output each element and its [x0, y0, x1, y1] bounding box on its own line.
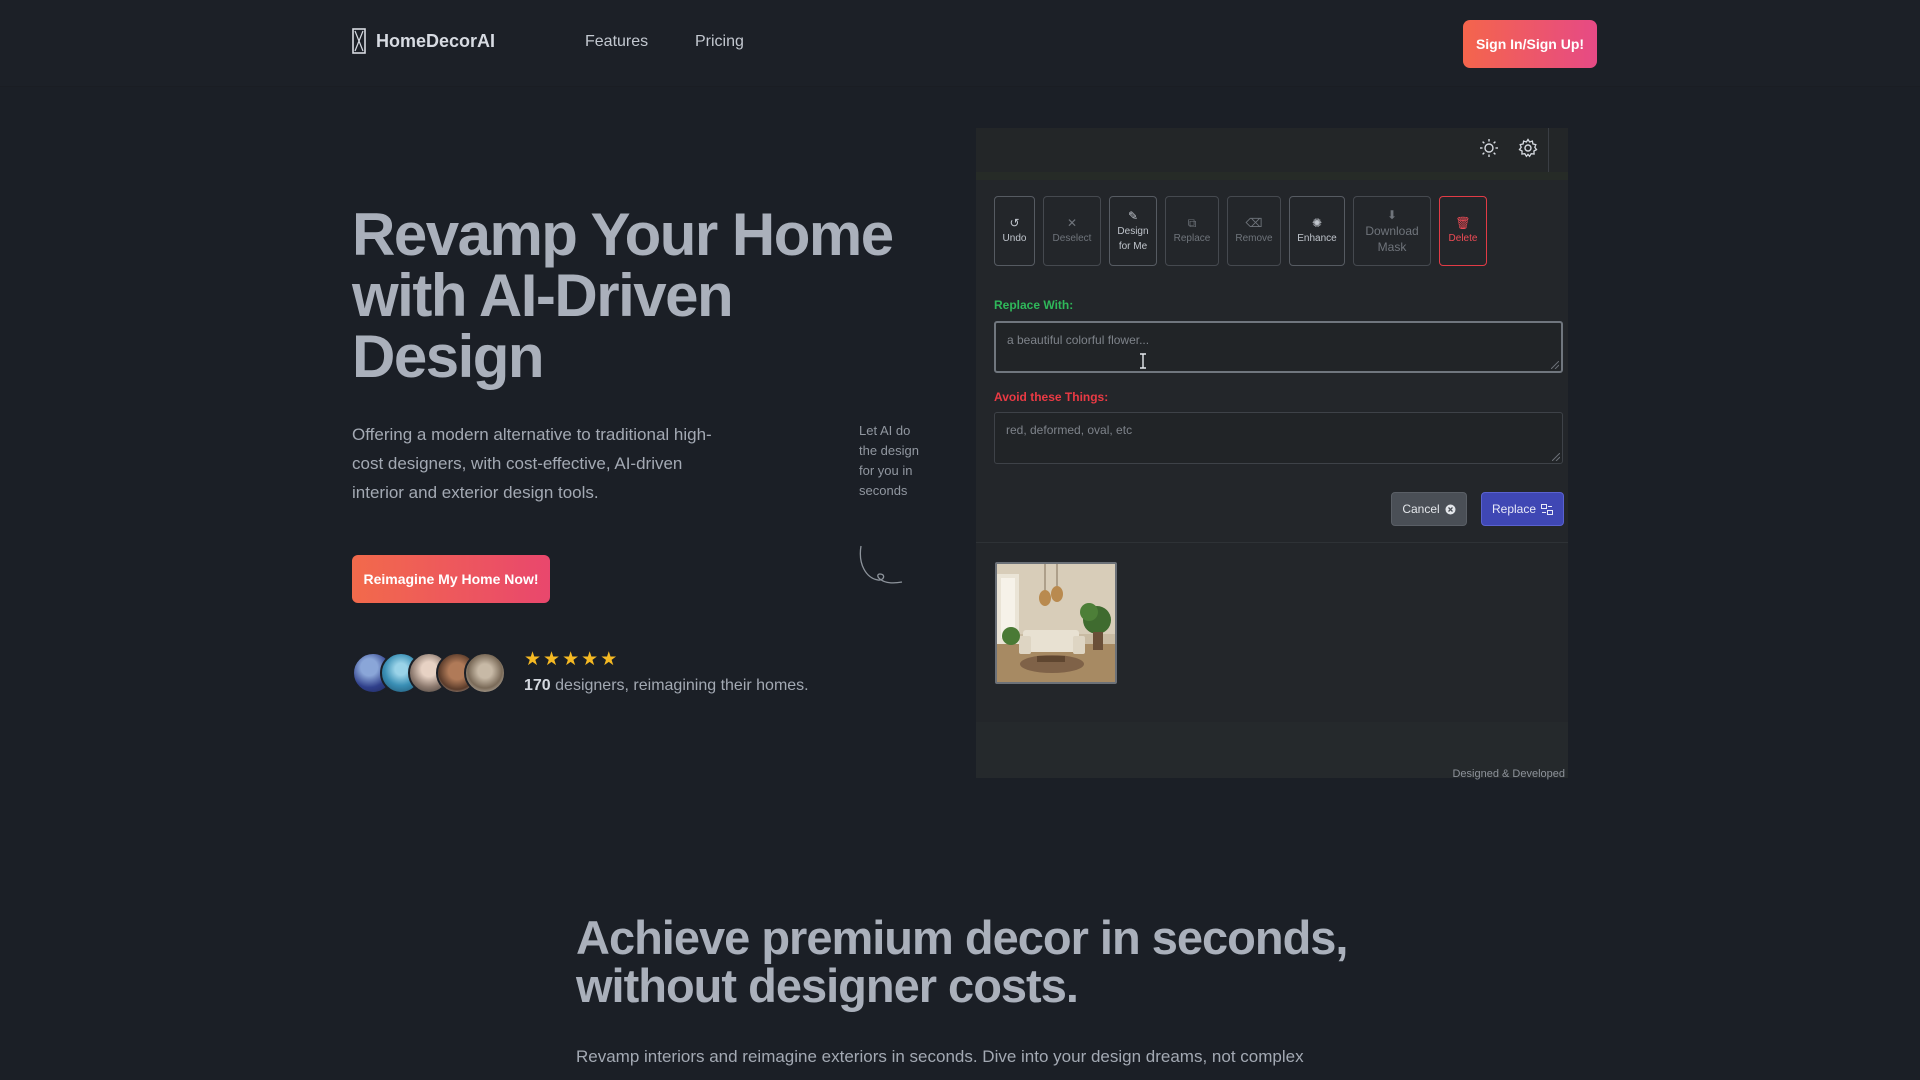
deselect-button[interactable]: ✕ Deselect: [1043, 196, 1101, 266]
enhance-button[interactable]: ✺ Enhance: [1289, 196, 1345, 266]
topbar-divider: [1548, 128, 1549, 172]
deselect-label: Deselect: [1052, 233, 1092, 244]
designer-avatars: [352, 652, 512, 696]
replace-with-label: Replace With:: [994, 298, 1074, 312]
undo-label: Undo: [1002, 233, 1027, 244]
remove-button[interactable]: ⌫ Remove: [1227, 196, 1281, 266]
designer-count: 170: [524, 677, 551, 694]
eraser-icon: ⌫: [1245, 216, 1263, 230]
star-icon: ★: [524, 649, 542, 670]
design-for-me-label: Design for Me: [1117, 225, 1149, 252]
undo-button[interactable]: ↺ Undo: [994, 196, 1035, 266]
replace-tool-label: Replace: [1173, 233, 1211, 244]
replace-with-input[interactable]: a beautiful colorful flower...: [994, 321, 1563, 373]
remove-label: Remove: [1235, 233, 1273, 244]
star-icon: ★: [562, 649, 580, 670]
room-image: [997, 564, 1115, 682]
hourglass-logo-icon: [352, 28, 366, 54]
resize-handle-icon[interactable]: [1552, 453, 1560, 461]
panel-divider: [976, 542, 1568, 543]
deselect-icon: ✕: [1066, 216, 1078, 230]
cancel-label: Cancel: [1402, 502, 1440, 516]
designers-label: designers, reimagining their homes.: [555, 677, 809, 694]
curly-arrow-icon: [859, 545, 903, 584]
replace-button[interactable]: Replace: [1481, 492, 1564, 526]
avatar: [464, 652, 506, 694]
replace-with-placeholder: a beautiful colorful flower...: [1007, 333, 1150, 347]
designers-count-text: 170 designers, reimagining their homes.: [524, 677, 809, 695]
rating-stars: ★ ★ ★ ★ ★: [524, 650, 617, 670]
editor-topbar: [976, 128, 1568, 172]
room-image-thumbnail[interactable]: [995, 562, 1117, 684]
gear-icon[interactable]: [1518, 138, 1538, 158]
hero-subtitle: Offering a modern alternative to traditi…: [352, 425, 712, 502]
star-icon: ★: [600, 649, 618, 670]
design-for-me-button[interactable]: ✎ Design for Me: [1109, 196, 1157, 266]
brand-logo[interactable]: HomeDecorAI: [352, 28, 495, 54]
download-icon: ⬇: [1386, 207, 1398, 222]
avoid-things-placeholder: red, deformed, oval, etc: [1006, 423, 1133, 437]
footer-credit: Designed & Developed: [1452, 768, 1565, 780]
enhance-icon: ✺: [1311, 216, 1323, 230]
replace-label: Replace: [1491, 502, 1537, 516]
reimagine-cta-button[interactable]: Reimagine My Home Now!: [352, 555, 550, 603]
replace-icon: ⧉: [1187, 216, 1197, 230]
trash-icon: 🗑: [1455, 216, 1471, 230]
star-icon: ★: [543, 649, 561, 670]
cancel-button[interactable]: Cancel: [1391, 492, 1467, 526]
section-body: Revamp interiors and reimagine exteriors…: [576, 1047, 1304, 1080]
download-mask-label: Download Mask: [1365, 223, 1419, 254]
editor-toolbar: ↺ Undo ✕ Deselect ✎ Design for Me ⧉ Repl…: [994, 196, 1487, 266]
replace-tool-button[interactable]: ⧉ Replace: [1165, 196, 1219, 266]
ai-hint-text: Let AI do the design for you in seconds: [859, 423, 919, 498]
text-cursor-icon: [1140, 353, 1146, 369]
brand-name: HomeDecorAI: [376, 30, 496, 51]
download-mask-button[interactable]: ⬇ Download Mask: [1353, 196, 1431, 266]
editor-footer: Designed & Developed: [976, 722, 1568, 780]
delete-label: Delete: [1448, 233, 1478, 244]
undo-icon: ↺: [1009, 216, 1020, 230]
navbar: HomeDecorAI Features Pricing Sign In/Sig…: [0, 0, 1920, 87]
magic-wand-icon: ✎: [1127, 208, 1139, 223]
sign-in-button[interactable]: Sign In/Sign Up!: [1463, 20, 1597, 68]
resize-handle-icon[interactable]: [1551, 361, 1559, 369]
close-circle-icon: [1445, 504, 1456, 514]
nav-link-pricing[interactable]: Pricing: [695, 33, 744, 51]
section-title: Achieve premium decor in seconds, withou…: [576, 911, 1349, 1012]
avoid-things-input[interactable]: red, deformed, oval, etc: [994, 412, 1563, 464]
topbar-strip: [976, 172, 1568, 180]
star-icon: ★: [581, 649, 599, 670]
editor-panel: ↺ Undo ✕ Deselect ✎ Design for Me ⧉ Repl…: [976, 128, 1568, 780]
avoid-things-label: Avoid these Things:: [994, 390, 1109, 404]
delete-button[interactable]: 🗑 Delete: [1439, 196, 1487, 266]
enhance-label: Enhance: [1297, 233, 1337, 244]
nav-link-features[interactable]: Features: [585, 33, 648, 51]
sun-icon[interactable]: [1479, 138, 1499, 158]
replace-swap-icon: [1541, 503, 1554, 515]
hero-title: Revamp Your Home with AI-Driven Design: [352, 201, 894, 390]
